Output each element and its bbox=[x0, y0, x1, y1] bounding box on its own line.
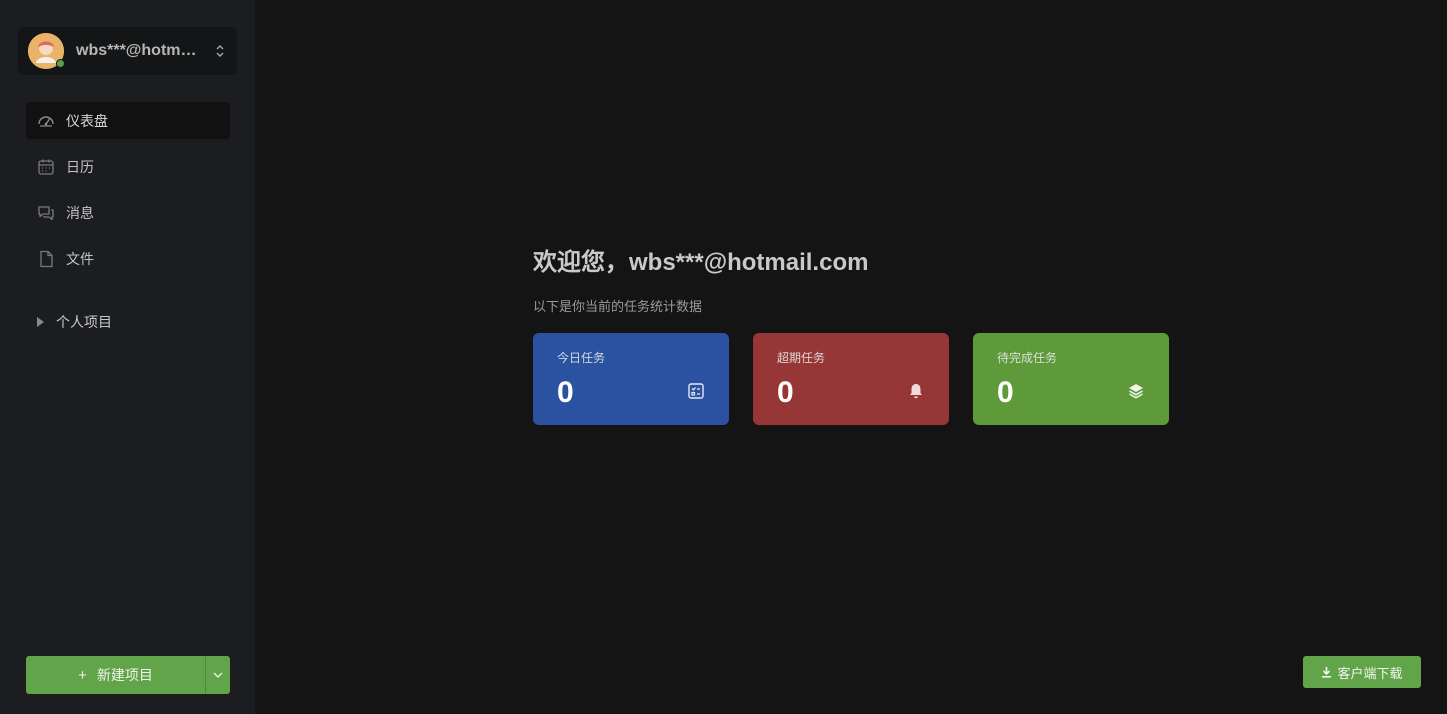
nav-item-calendar[interactable]: 日历 bbox=[26, 148, 230, 185]
app-root: wbs***@hotm… 仪表盘 日历 消息 文件 个人项目 + 新建项目 欢迎… bbox=[0, 0, 1447, 714]
caret-right-icon[interactable] bbox=[37, 317, 44, 327]
file-icon bbox=[37, 250, 55, 268]
message-icon bbox=[37, 204, 55, 222]
user-name: wbs***@hotm… bbox=[76, 42, 197, 59]
new-project-dropdown-button[interactable] bbox=[206, 656, 230, 694]
main-content: 欢迎您，wbs***@hotmail.com 以下是你当前的任务统计数据 今日任… bbox=[255, 0, 1447, 714]
nav-item-dashboard[interactable]: 仪表盘 bbox=[26, 102, 230, 139]
stat-card-value: 0 bbox=[557, 376, 574, 409]
client-download-button[interactable]: 客户端下载 bbox=[1303, 656, 1421, 688]
checklist-icon bbox=[687, 382, 705, 400]
plus-icon: + bbox=[78, 666, 87, 684]
calendar-icon bbox=[37, 158, 55, 176]
page-subtitle: 以下是你当前的任务统计数据 bbox=[533, 299, 703, 314]
nav-item-label: 仪表盘 bbox=[66, 112, 108, 129]
stat-card-pending[interactable]: 待完成任务 0 bbox=[973, 333, 1169, 425]
stat-card-today[interactable]: 今日任务 0 bbox=[533, 333, 729, 425]
nav-item-files[interactable]: 文件 bbox=[26, 240, 230, 277]
main-nav: 仪表盘 日历 消息 文件 bbox=[26, 102, 230, 286]
project-group-personal[interactable]: 个人项目 bbox=[37, 312, 112, 332]
new-project-label: 新建项目 bbox=[96, 667, 153, 683]
user-switcher[interactable]: wbs***@hotm… bbox=[18, 27, 237, 75]
chevron-up-down-icon[interactable] bbox=[213, 41, 227, 61]
new-project-button-group: + 新建项目 bbox=[26, 656, 230, 694]
stats-cards: 今日任务 0 超期任务 0 待完成任务 0 bbox=[533, 333, 1193, 425]
project-group-label: 个人项目 bbox=[56, 314, 112, 330]
new-project-button[interactable]: + 新建项目 bbox=[26, 656, 206, 694]
stat-card-value: 0 bbox=[777, 376, 794, 409]
stat-card-label: 待完成任务 bbox=[997, 351, 1058, 365]
avatar[interactable] bbox=[28, 33, 65, 69]
nav-item-label: 日历 bbox=[66, 158, 94, 175]
stat-card-label: 超期任务 bbox=[777, 351, 826, 365]
layers-icon bbox=[1127, 382, 1145, 400]
nav-item-label: 文件 bbox=[66, 250, 94, 267]
download-label: 客户端下载 bbox=[1337, 665, 1403, 681]
stat-card-overdue[interactable]: 超期任务 0 bbox=[753, 333, 949, 425]
page-title: 欢迎您，wbs***@hotmail.com bbox=[533, 249, 869, 276]
nav-item-messages[interactable]: 消息 bbox=[26, 194, 230, 231]
online-status-dot bbox=[56, 59, 65, 68]
dashboard-icon bbox=[37, 112, 55, 130]
sidebar: wbs***@hotm… 仪表盘 日历 消息 文件 个人项目 + 新建项目 bbox=[0, 0, 255, 714]
stat-card-value: 0 bbox=[997, 376, 1014, 409]
download-icon bbox=[1321, 666, 1332, 678]
chevron-down-icon bbox=[213, 672, 223, 678]
nav-item-label: 消息 bbox=[66, 204, 94, 221]
bell-icon bbox=[907, 382, 925, 400]
stat-card-label: 今日任务 bbox=[557, 351, 606, 365]
